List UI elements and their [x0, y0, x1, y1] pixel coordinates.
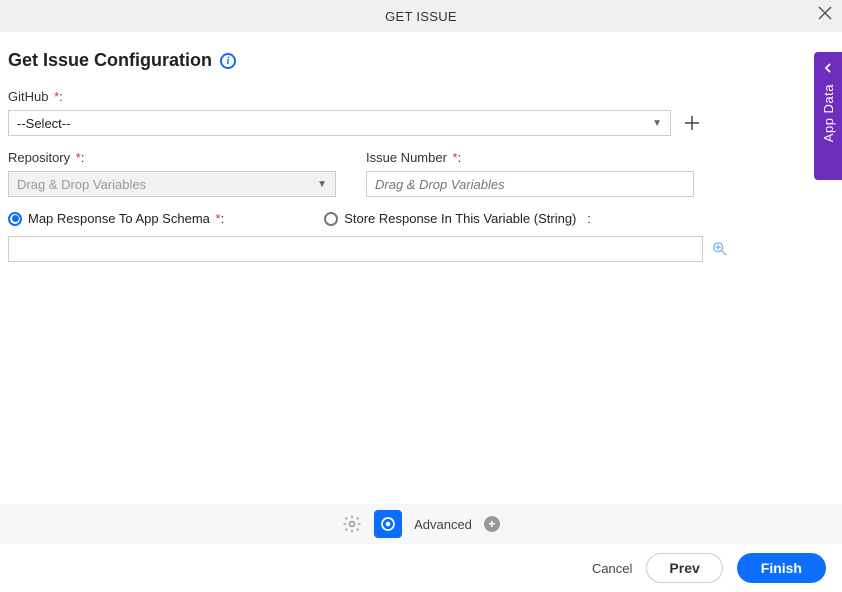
advanced-label: Advanced	[414, 517, 472, 532]
github-select-value: --Select--	[17, 116, 70, 131]
prev-button[interactable]: Prev	[646, 553, 722, 583]
chevron-down-icon: ▼	[652, 118, 662, 129]
issue-number-label: Issue Number *:	[366, 150, 694, 165]
cancel-button[interactable]: Cancel	[592, 561, 632, 576]
close-icon[interactable]	[818, 6, 832, 25]
store-variable-label: Store Response In This Variable (String)…	[344, 211, 591, 226]
bottom-toolbar: Advanced +	[0, 504, 842, 544]
repository-label: Repository *:	[8, 150, 336, 165]
refresh-button[interactable]	[374, 510, 402, 538]
issue-number-input[interactable]	[366, 171, 694, 197]
radio-unchecked-icon	[324, 212, 338, 226]
github-label: GitHub *:	[8, 89, 671, 104]
app-data-tab[interactable]: App Data	[814, 52, 842, 180]
app-data-label: App Data	[821, 84, 836, 142]
dialog-header: GET ISSUE	[0, 0, 842, 32]
response-schema-input[interactable]	[8, 236, 703, 262]
page-title: Get Issue Configuration	[8, 50, 212, 71]
add-github-button[interactable]	[681, 112, 703, 134]
github-select[interactable]: --Select-- ▼	[8, 110, 671, 136]
map-response-label: Map Response To App Schema *:	[28, 211, 224, 226]
repository-select[interactable]: Drag & Drop Variables ▼	[8, 171, 336, 197]
repository-placeholder: Drag & Drop Variables	[17, 177, 146, 192]
map-response-radio[interactable]: Map Response To App Schema *:	[8, 211, 224, 226]
dialog-title: GET ISSUE	[385, 9, 457, 24]
dialog-footer: Cancel Prev Finish	[0, 544, 842, 592]
schema-picker-icon[interactable]	[711, 240, 729, 258]
chevron-down-icon: ▼	[317, 179, 327, 190]
gear-icon[interactable]	[342, 514, 362, 534]
radio-checked-icon	[8, 212, 22, 226]
advanced-plus-icon[interactable]: +	[484, 516, 500, 532]
finish-button[interactable]: Finish	[737, 553, 826, 583]
store-variable-radio[interactable]: Store Response In This Variable (String)…	[324, 211, 591, 226]
info-icon[interactable]: i	[220, 53, 236, 69]
chevron-left-icon	[823, 60, 833, 76]
